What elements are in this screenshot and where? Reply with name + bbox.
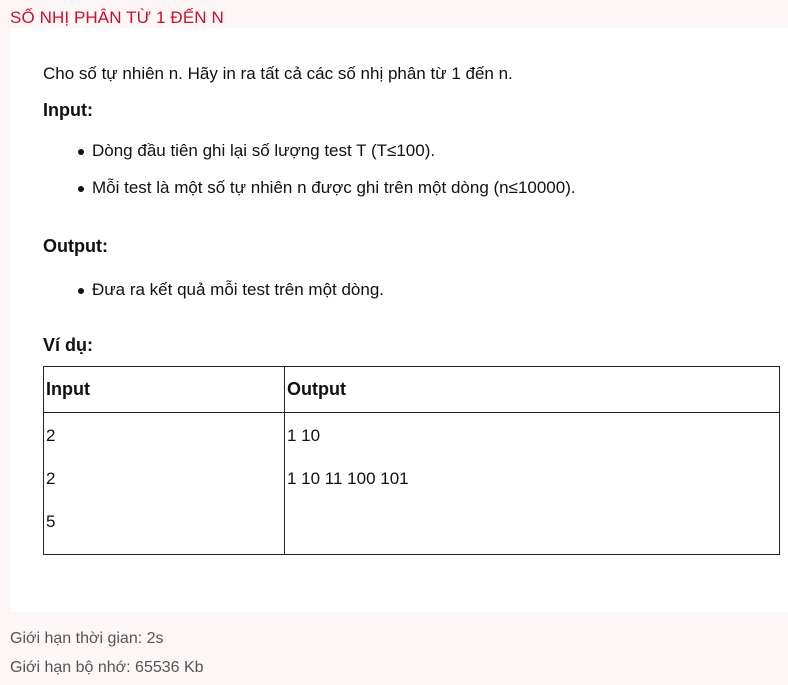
- memory-limit: Giới hạn bộ nhớ: 65536 Kb: [10, 659, 204, 676]
- problem-title: SỐ NHỊ PHÂN TỪ 1 ĐẾN N: [10, 8, 224, 27]
- input-heading: Input:: [43, 100, 93, 120]
- example-table-row: 2 2 5 1 10 1 10 11 100 101: [43, 412, 780, 555]
- output-heading: Output:: [43, 236, 108, 256]
- example-input-header: Input: [43, 366, 285, 413]
- example-input-cell: 2 2 5: [43, 412, 285, 555]
- output-list: Đưa ra kết quả mỗi test trên một dòng.: [43, 279, 384, 316]
- input-list-item: Dòng đầu tiên ghi lại số lượng test T (T…: [43, 140, 576, 177]
- example-output-cell: 1 10 1 10 11 100 101: [284, 412, 780, 555]
- example-input-line: 2: [46, 426, 56, 445]
- problem-description: Cho số tự nhiên n. Hãy in ra tất cả các …: [43, 64, 513, 83]
- input-list: Dòng đầu tiên ghi lại số lượng test T (T…: [43, 140, 576, 214]
- input-list-item: Mỗi test là một số tự nhiên n được ghi t…: [43, 177, 576, 214]
- example-table: Input Output 2 2 5 1 10 1 10 11 100 101: [43, 366, 780, 555]
- output-list-item: Đưa ra kết quả mỗi test trên một dòng.: [43, 279, 384, 316]
- example-heading: Ví dụ:: [43, 335, 93, 355]
- example-input-line: 5: [46, 512, 56, 531]
- example-output-header: Output: [284, 366, 780, 413]
- example-input-line: 2: [46, 469, 56, 488]
- time-limit: Giới hạn thời gian: 2s: [10, 630, 164, 647]
- example-output-line: 1 10 11 100 101: [287, 469, 409, 488]
- problem-statement-card: Cho số tự nhiên n. Hãy in ra tất cả các …: [10, 28, 788, 612]
- example-table-header-row: Input Output: [43, 366, 780, 413]
- example-output-line: 1 10: [287, 426, 321, 445]
